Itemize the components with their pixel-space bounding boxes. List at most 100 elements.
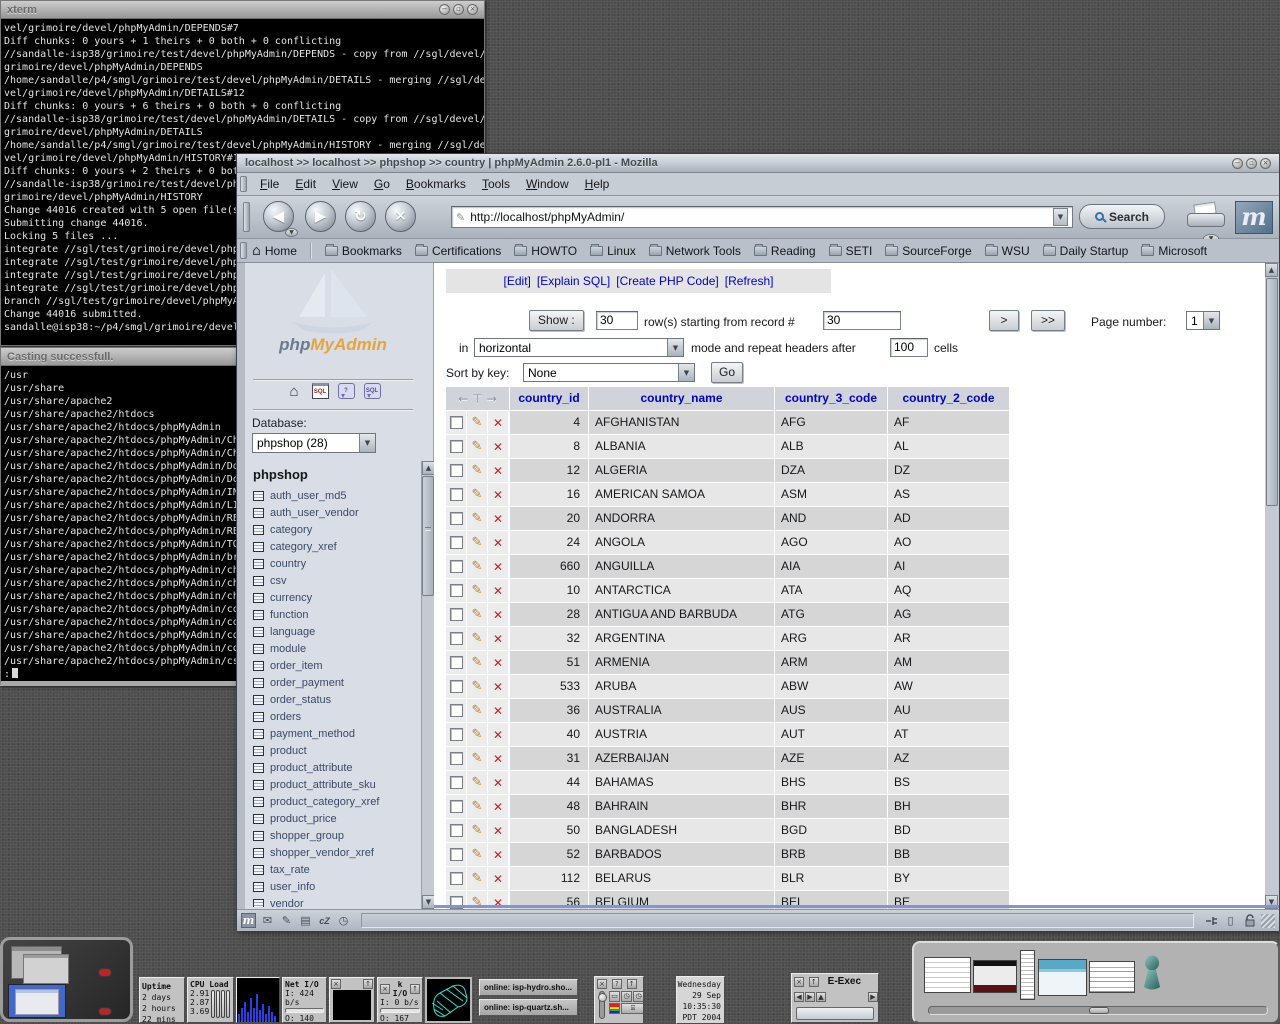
arrow-right-icon[interactable]: → <box>487 392 497 406</box>
clock-icon[interactable]: ◷ <box>633 991 644 1002</box>
home-icon[interactable]: ⌂ <box>286 383 303 399</box>
close-icon[interactable]: × <box>331 979 341 989</box>
edit-pencil-icon[interactable]: ✎ <box>467 627 488 650</box>
bookmark-folder-item[interactable]: Microsoft <box>1141 244 1207 258</box>
desktop-pager[interactable] <box>0 937 133 1022</box>
bookmark-folder-item[interactable]: SourceForge <box>885 244 971 258</box>
menu-go[interactable]: Go <box>366 177 398 191</box>
lock-icon[interactable]: ⌸ <box>621 1003 644 1014</box>
row-checkbox[interactable] <box>446 507 467 530</box>
table-link[interactable]: order_payment <box>270 677 344 689</box>
sidebar-table-item[interactable]: product_attribute <box>253 759 421 776</box>
table-link[interactable]: country <box>270 558 306 570</box>
table-link[interactable]: orders <box>270 711 301 723</box>
edit-pencil-icon[interactable]: ✎ <box>467 651 488 674</box>
delete-x-icon[interactable]: ✕ <box>488 795 509 818</box>
table-link[interactable]: product_price <box>270 813 337 825</box>
refresh-link[interactable]: [Refresh] <box>725 274 774 288</box>
table-link[interactable]: module <box>270 643 306 655</box>
edit-pencil-icon[interactable]: ✎ <box>467 699 488 722</box>
row-checkbox[interactable] <box>446 603 467 626</box>
table-link[interactable]: shopper_group <box>270 830 344 842</box>
database-select[interactable]: phpshop (28) ▼ <box>252 433 376 453</box>
sidebar-table-item[interactable]: csv <box>253 572 421 589</box>
edit-pencil-icon[interactable]: ✎ <box>467 723 488 746</box>
sidebar-table-item[interactable]: auth_user_vendor <box>253 504 421 521</box>
row-checkbox[interactable] <box>446 771 467 794</box>
sidebar-table-item[interactable]: product_price <box>253 810 421 827</box>
online-status-2[interactable]: online: isp-quartz.sh... <box>479 999 578 1016</box>
minimize-icon[interactable]: − <box>1232 158 1243 169</box>
delete-x-icon[interactable]: ✕ <box>488 555 509 578</box>
delete-x-icon[interactable]: ✕ <box>488 843 509 866</box>
edit-pencil-icon[interactable]: ✎ <box>467 531 488 554</box>
edit-pencil-icon[interactable]: ✎ <box>467 411 488 434</box>
delete-x-icon[interactable]: ✕ <box>488 771 509 794</box>
clock-icon[interactable]: ◷ <box>621 991 632 1002</box>
run-icon[interactable]: ▶ <box>868 992 878 1002</box>
stop-button[interactable]: ✕ <box>385 201 416 232</box>
window-icon[interactable]: ▭ <box>609 991 620 1002</box>
sidebar-table-item[interactable]: product_category_xref <box>253 793 421 810</box>
table-link[interactable]: order_status <box>270 694 331 706</box>
delete-x-icon[interactable]: ✕ <box>488 747 509 770</box>
forward-button[interactable]: ▶ <box>305 201 336 232</box>
toolbar-grippy[interactable] <box>240 176 247 191</box>
xterm-titlebar[interactable]: xterm − ▫ × <box>1 1 484 19</box>
back-history-dropdown[interactable]: ▼ <box>285 228 298 237</box>
row-checkbox[interactable] <box>446 555 467 578</box>
url-text[interactable]: http://localhost/phpMyAdmin/ <box>470 210 1053 224</box>
column-header-country_3_code[interactable]: country_3_code <box>775 387 888 411</box>
sidebar-table-item[interactable]: user_info <box>253 878 421 895</box>
chevron-down-icon[interactable]: ▼ <box>678 364 694 381</box>
url-dropdown-icon[interactable]: ▼ <box>1053 208 1068 226</box>
edit-pencil-icon[interactable]: ✎ <box>467 459 488 482</box>
last-page-button[interactable]: >> <box>1031 310 1065 331</box>
maximize-icon[interactable]: ▫ <box>1246 158 1257 169</box>
repeat-cells-input[interactable]: 100 <box>890 338 928 357</box>
phpmyadmin-logo[interactable]: phpMyAdmin <box>245 269 421 361</box>
prev-icon[interactable]: ◀ <box>794 992 804 1002</box>
delete-x-icon[interactable]: ✕ <box>488 459 509 482</box>
chevron-down-icon[interactable]: ▼ <box>1203 312 1219 329</box>
toolbar-grippy[interactable] <box>240 242 247 258</box>
addressbook-icon[interactable]: ▤ <box>298 913 313 928</box>
chatzilla-icon[interactable]: cZ <box>317 913 332 928</box>
row-checkbox[interactable] <box>446 435 467 458</box>
navigator-component-icon[interactable]: m <box>241 913 256 928</box>
mail-icon[interactable]: ✉ <box>260 913 275 928</box>
pawn-icon[interactable] <box>1140 955 1164 998</box>
table-link[interactable]: product_category_xref <box>270 796 379 808</box>
table-link[interactable]: auth_user_vendor <box>270 507 359 519</box>
clock-icon[interactable]: ◷ <box>336 913 351 928</box>
minimized-window-thumbnail[interactable] <box>973 960 1017 993</box>
close-icon[interactable]: × <box>1260 158 1271 169</box>
explain-sql-link[interactable]: [Explain SQL] <box>537 274 610 288</box>
table-link[interactable]: shopper_vendor_xref <box>270 847 374 859</box>
up-icon[interactable]: ▲ <box>816 992 826 1002</box>
delete-x-icon[interactable]: ✕ <box>488 531 509 554</box>
table-link[interactable]: function <box>270 609 309 621</box>
sidebar-table-item[interactable]: tax_rate <box>253 861 421 878</box>
display-mode-select[interactable]: horizontal ▼ <box>474 338 684 357</box>
bookmark-folder-item[interactable]: Certifications <box>415 244 501 258</box>
close-icon[interactable]: × <box>467 4 478 15</box>
bookmark-folder-item[interactable]: HOWTO <box>514 244 577 258</box>
sql-window-icon[interactable]: SQL <box>312 383 329 399</box>
iconbox-scrollbar[interactable] <box>928 1006 1268 1015</box>
create-php-code-link[interactable]: [Create PHP Code] <box>616 274 719 288</box>
delete-x-icon[interactable]: ✕ <box>488 411 509 434</box>
sidebar-table-item[interactable]: function <box>253 606 421 623</box>
column-header-country_id[interactable]: country_id <box>510 387 589 411</box>
next-page-button[interactable]: > <box>989 310 1019 331</box>
row-checkbox[interactable] <box>446 627 467 650</box>
composer-icon[interactable]: ✎ <box>279 913 294 928</box>
minimized-window-thumbnail[interactable] <box>924 957 971 993</box>
row-checkbox[interactable] <box>446 747 467 770</box>
help-icon[interactable]: ? <box>612 979 622 989</box>
edit-pencil-icon[interactable]: ✎ <box>467 435 488 458</box>
delete-x-icon[interactable]: ✕ <box>488 819 509 842</box>
sidebar-table-item[interactable]: orders <box>253 708 421 725</box>
bookmark-folder-item[interactable]: Reading <box>754 244 816 258</box>
sidebar-table-item[interactable]: order_status <box>253 691 421 708</box>
